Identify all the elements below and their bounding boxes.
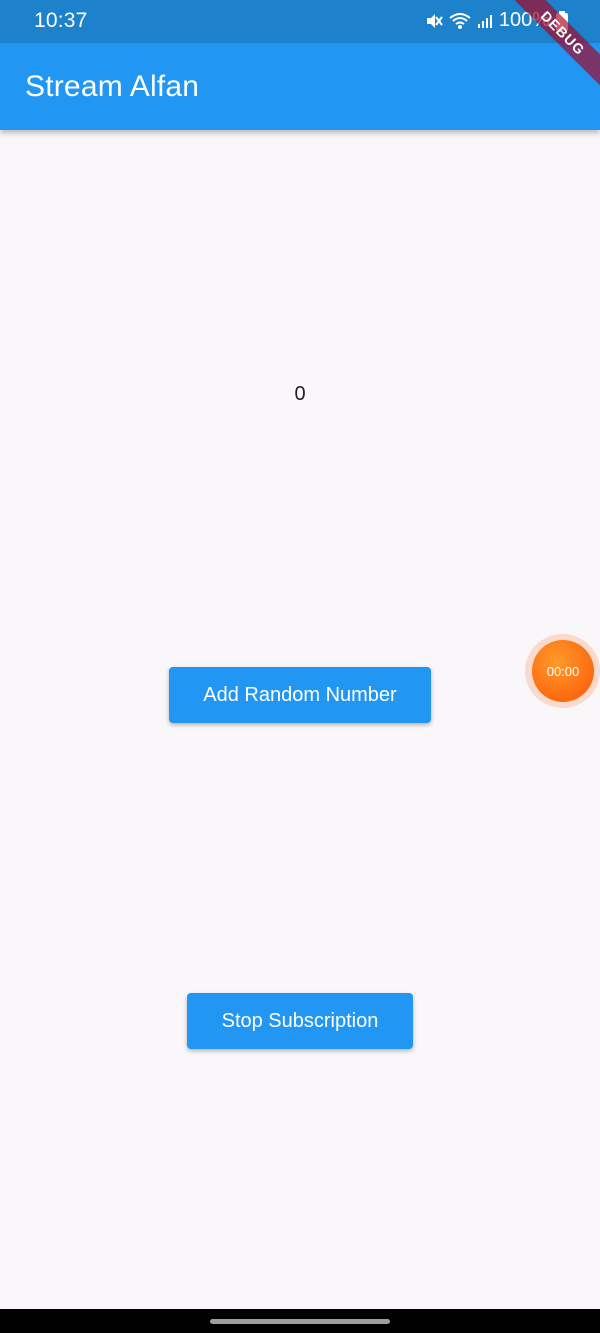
screen-recorder-bubble[interactable]: 00:00 [532,640,594,702]
app-screen: 10:37 100% Stream Alfan DEBUG 0 Add Rand… [0,0,600,1333]
status-time: 10:37 [34,9,88,32]
page-title: Stream Alfan [25,70,200,103]
recorder-timer: 00:00 [546,663,580,679]
app-bar: Stream Alfan [0,43,600,130]
home-gesture-handle[interactable] [210,1319,390,1324]
navigation-bar [0,1309,600,1333]
wifi-icon [449,12,471,30]
status-bar: 10:37 100% [0,0,600,43]
counter-value: 0 [294,383,306,405]
mute-icon [425,12,443,30]
stop-subscription-button[interactable]: Stop Subscription [187,993,413,1049]
signal-icon [477,13,493,29]
add-random-number-button[interactable]: Add Random Number [169,667,431,723]
